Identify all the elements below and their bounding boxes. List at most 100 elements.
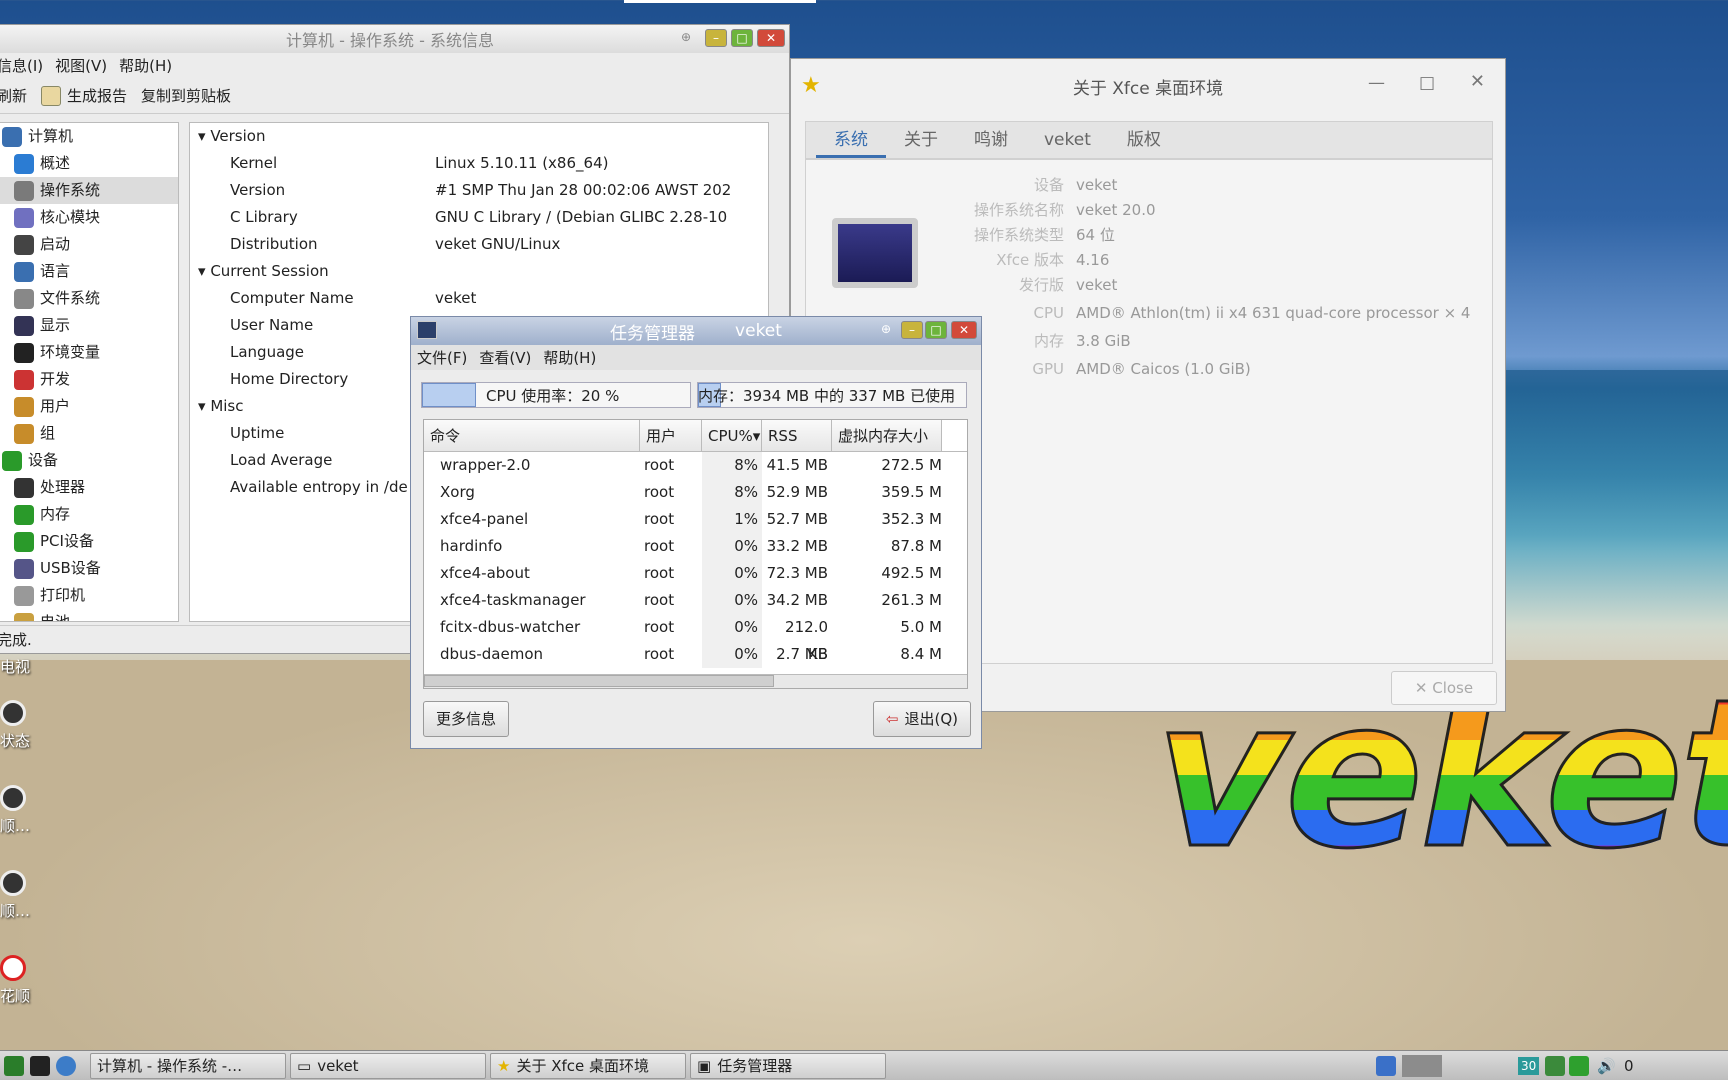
info-value: veket <box>435 289 477 307</box>
tab-copyright[interactable]: 版权 <box>1109 122 1179 158</box>
show-desktop-icon[interactable] <box>1376 1055 1396 1076</box>
more-info-button[interactable]: 更多信息 <box>423 701 510 737</box>
desktop-icon-1[interactable]: 顺… <box>0 785 40 836</box>
category-icon <box>14 612 34 621</box>
tab-about[interactable]: 关于 <box>886 122 956 158</box>
col-command[interactable]: 命令 <box>424 420 640 451</box>
table-row[interactable]: xfce4-about root 0% 72.3 MB 492.5 M <box>424 560 967 587</box>
table-row[interactable]: xfce4-taskmanager root 0% 34.2 MB 261.3 M <box>424 587 967 614</box>
tray-indicator[interactable]: 30 <box>1518 1056 1540 1075</box>
info-row[interactable]: C Library GNU C Library / (Debian GLIBC 2… <box>190 204 768 231</box>
pin-icon[interactable]: ⊕ <box>675 29 697 47</box>
terminal-icon[interactable] <box>30 1055 50 1076</box>
category-tree[interactable]: 计算机概述 操作系统 核心模块 启动 语言 文件系统 显示 环境变量 开发 用户组设备 处理器 内存 P… <box>0 122 179 622</box>
expander-icon[interactable]: ▾ <box>198 127 210 145</box>
sidebar-item[interactable]: 语言 <box>0 258 178 285</box>
table-row[interactable]: fcitx-dbus-watcher root 0% 212.0 KB 5.0 M <box>424 614 967 663</box>
sidebar-item[interactable]: 电池 <box>0 609 178 621</box>
tab-system[interactable]: 系统 <box>816 122 886 158</box>
desktop-icon-2[interactable]: 顺… <box>0 870 40 921</box>
tab-credits[interactable]: 鸣谢 <box>956 122 1026 158</box>
play-icon[interactable] <box>4 1055 24 1076</box>
close-button[interactable]: ✕ <box>757 29 785 47</box>
sidebar-item[interactable]: 核心模块 <box>0 204 178 231</box>
sidebar-item[interactable]: 用户 <box>0 393 178 420</box>
close-button[interactable]: ✕ <box>1470 71 1485 92</box>
maximize-button[interactable]: □ <box>731 29 753 47</box>
taskbar-item-about[interactable]: ★ 关于 Xfce 桌面环境 <box>490 1052 686 1079</box>
volume-icon[interactable]: 🔊 <box>1597 1057 1616 1075</box>
minimize-button[interactable]: – <box>901 321 923 339</box>
menu-help[interactable]: 帮助(H) <box>543 347 596 368</box>
workspace-switcher[interactable] <box>1402 1054 1442 1077</box>
minimize-button[interactable]: — <box>1368 73 1385 93</box>
sidebar-item[interactable]: 环境变量 <box>0 339 178 366</box>
menu-info[interactable]: 信息(I) <box>0 55 43 76</box>
expander-icon[interactable]: ▾ <box>198 397 210 415</box>
scrollbar-thumb[interactable] <box>424 675 774 687</box>
menu-help[interactable]: 帮助(H) <box>119 55 172 76</box>
close-button[interactable]: ✕ <box>951 321 977 339</box>
minimize-button[interactable]: – <box>705 29 727 47</box>
table-row[interactable]: xfce4-panel root 1% 52.7 MB 352.3 M <box>424 506 967 533</box>
desktop-icon-3[interactable]: 花顺 <box>0 955 40 1006</box>
menu-file[interactable]: 文件(F) <box>417 347 467 368</box>
report-button[interactable]: 生成报告 <box>41 85 127 106</box>
expander-icon[interactable]: ▾ <box>198 262 210 280</box>
sidebar-item[interactable]: 组 <box>0 420 178 447</box>
desktop-icon-status[interactable]: 状态 <box>0 700 40 751</box>
sidebar-item[interactable]: 启动 <box>0 231 178 258</box>
menu-view[interactable]: 查看(V) <box>479 347 531 368</box>
sidebar-item-label: 计算机 <box>28 127 74 145</box>
group-row[interactable]: ▾ Version <box>190 123 768 150</box>
category-icon <box>14 180 34 201</box>
network-icon[interactable] <box>1545 1055 1566 1076</box>
table-row[interactable]: Xorg root 8% 52.9 MB 359.5 M <box>424 479 967 506</box>
sidebar-item[interactable]: 操作系统 <box>0 177 178 204</box>
info-row[interactable]: Distribution veket GNU/Linux <box>190 231 768 258</box>
menu-view[interactable]: 视图(V) <box>55 55 107 76</box>
sidebar-item[interactable]: 处理器 <box>0 474 178 501</box>
taskbar-item-hardinfo[interactable]: 计算机 - 操作系统 -… <box>90 1052 286 1079</box>
horizontal-scrollbar[interactable] <box>424 674 967 688</box>
taskmgr-titlebar[interactable]: 任务管理器 veket ⊕ – □ ✕ <box>411 317 981 345</box>
maximize-button[interactable]: □ <box>925 321 947 339</box>
table-row[interactable]: wrapper-2.0 root 8% 41.5 MB 272.5 M <box>424 452 967 479</box>
info-row[interactable]: Kernel Linux 5.10.11 (x86_64) <box>190 150 768 177</box>
copy-button[interactable]: 复制到剪贴板 <box>141 85 231 106</box>
col-vsz[interactable]: 虚拟内存大小 <box>832 420 942 451</box>
refresh-button[interactable]: 刷新 <box>0 85 27 106</box>
browser-icon[interactable] <box>56 1055 76 1076</box>
sidebar-item[interactable]: USB设备 <box>0 555 178 582</box>
sidebar-item[interactable]: 计算机 <box>0 123 178 150</box>
taskbar-item-taskmgr[interactable]: ▣ 任务管理器 <box>690 1052 886 1079</box>
clock[interactable]: 0 <box>1624 1057 1634 1075</box>
info-row[interactable]: Computer Name veket <box>190 285 768 312</box>
info-row[interactable]: Version #1 SMP Thu Jan 28 00:02:06 AWST 2… <box>190 177 768 204</box>
table-row[interactable]: dbus-daemon root 0% 2.7 MB 8.4 M <box>424 641 967 668</box>
sidebar-item[interactable]: 概述 <box>0 150 178 177</box>
pin-icon[interactable]: ⊕ <box>875 321 897 339</box>
col-rss[interactable]: RSS <box>762 420 832 451</box>
close-dialog-button[interactable]: ✕ Close <box>1391 671 1497 705</box>
maximize-button[interactable]: □ <box>1419 73 1435 93</box>
group-row[interactable]: ▾ Current Session <box>190 258 768 285</box>
quit-button[interactable]: ⇦ 退出(Q) <box>872 701 971 737</box>
sidebar-item[interactable]: 显示 <box>0 312 178 339</box>
col-cpu[interactable]: CPU%▾ <box>702 420 762 451</box>
col-user[interactable]: 用户 <box>640 420 702 451</box>
table-row[interactable]: hardinfo root 0% 33.2 MB 87.8 M <box>424 533 967 560</box>
sidebar-item[interactable]: 文件系统 <box>0 285 178 312</box>
sidebar-item[interactable]: 开发 <box>0 366 178 393</box>
sidebar-item[interactable]: PCI设备 <box>0 528 178 555</box>
desktop-icon-tv[interactable]: 电视 <box>0 656 40 677</box>
about-titlebar[interactable]: ★ 关于 Xfce 桌面环境 — □ ✕ <box>791 59 1505 113</box>
hardinfo-titlebar[interactable]: 计算机 - 操作系统 - 系统信息 ⊕ – □ ✕ <box>0 25 789 53</box>
category-icon <box>14 234 34 255</box>
taskbar-item-veket[interactable]: ▭ veket <box>290 1052 486 1079</box>
tab-veket[interactable]: veket <box>1026 122 1109 158</box>
sidebar-item[interactable]: 设备 <box>0 447 178 474</box>
sidebar-item[interactable]: 打印机 <box>0 582 178 609</box>
sidebar-item[interactable]: 内存 <box>0 501 178 528</box>
battery-icon[interactable] <box>1569 1055 1590 1076</box>
